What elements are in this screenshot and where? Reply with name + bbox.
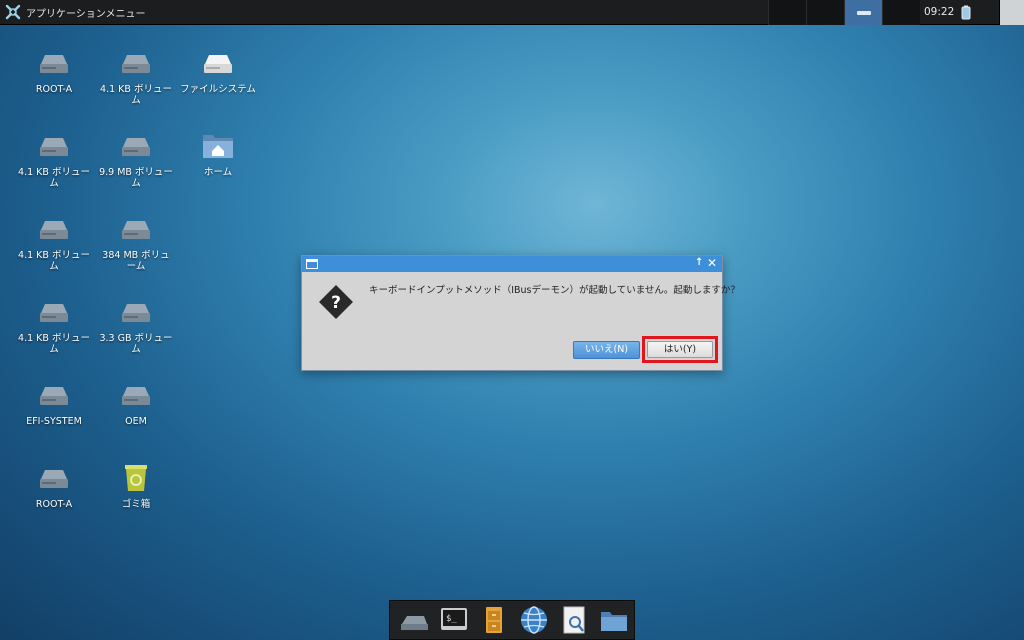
desktop-icon[interactable]: 3.3 GB ボリューム (96, 295, 176, 355)
dock-terminal-launcher[interactable]: $_ (434, 602, 474, 638)
question-icon: ? (319, 285, 353, 319)
desktop-icon[interactable]: 4.1 KB ボリューム (14, 295, 94, 355)
file-cabinet-icon (486, 607, 502, 633)
workspace-1[interactable] (768, 0, 806, 25)
desktop-icon[interactable]: 4.1 KB ボリューム (14, 212, 94, 272)
top-panel: アプリケーションメニュー 09:22 (0, 0, 1024, 25)
drive-icon (40, 387, 68, 405)
folder-icon (601, 612, 627, 631)
dock-file-cabinet-launcher[interactable] (474, 602, 514, 638)
desktop-icon-label: ホーム (203, 167, 233, 178)
battery-icon[interactable] (960, 5, 972, 20)
desktop-icon[interactable]: OEM (96, 378, 176, 427)
show-desktop-button[interactable] (999, 0, 1024, 25)
drive-icon (122, 387, 150, 405)
xfce-logo-icon (5, 4, 21, 20)
workspace-3[interactable] (844, 0, 882, 25)
dock-web-browser-launcher[interactable] (514, 602, 554, 638)
desktop-icon[interactable]: 4.1 KB ボリューム (14, 129, 94, 189)
desktop-icon-label: ファイルシステム (180, 84, 256, 95)
drive-icon (122, 304, 150, 322)
desktop-icon-label: 3.3 GB ボリューム (99, 333, 173, 355)
drive-icon (40, 55, 68, 73)
drive-icon (40, 470, 68, 488)
yes-button[interactable]: はい(Y) (647, 341, 713, 358)
desktop-icon-label: EFI-SYSTEM (26, 416, 82, 427)
desktop-icon-label: 384 MB ボリューム (102, 250, 170, 272)
workspace-2[interactable] (806, 0, 844, 25)
desktop-icon-label: ROOT-A (35, 499, 73, 510)
application-menu-label: アプリケーションメニュー (26, 8, 146, 20)
workspace-switcher (768, 0, 920, 25)
dock-folder-launcher[interactable] (594, 602, 634, 638)
dialog-titlebar[interactable]: ↑ ✕ (302, 256, 722, 272)
keep-above-icon[interactable]: ↑ (695, 257, 703, 268)
desktop-icon-label: ROOT-A (35, 84, 73, 95)
application-menu-button[interactable]: アプリケーションメニュー (0, 0, 146, 25)
desktop-icon[interactable]: 384 MB ボリューム (96, 212, 176, 272)
desktop-icon[interactable]: EFI-SYSTEM (14, 378, 94, 427)
terminal-icon: $_ (441, 608, 467, 630)
desktop-icon[interactable]: ROOT-A (14, 46, 94, 95)
window-icon (306, 259, 318, 269)
yes-button-highlight: はい(Y) (642, 336, 718, 363)
clock[interactable]: 09:22 (924, 6, 954, 18)
desktop-icon-label: 9.9 MB ボリューム (99, 167, 173, 189)
filesystem-drive-icon (204, 55, 232, 73)
desktop-icon-label: 4.1 KB ボリューム (18, 167, 90, 189)
svg-text:?: ? (331, 293, 341, 313)
desktop-icon[interactable]: ROOT-A (14, 461, 94, 510)
drive-icon (401, 616, 428, 630)
desktop-icon[interactable]: 9.9 MB ボリューム (96, 129, 176, 189)
dock-search-launcher[interactable] (554, 602, 594, 638)
desktop-icon[interactable]: ゴミ箱 (96, 461, 176, 510)
desktop-icon[interactable]: 4.1 KB ボリューム (96, 46, 176, 106)
dock-drive-launcher[interactable] (394, 602, 434, 638)
desktop-icon[interactable]: ファイルシステム (178, 46, 258, 95)
search-document-icon (563, 606, 585, 634)
drive-icon (40, 138, 68, 156)
svg-text:$_: $_ (446, 614, 457, 624)
drive-icon (40, 304, 68, 322)
trash-icon (125, 465, 147, 491)
drive-icon (40, 221, 68, 239)
home-folder-icon (203, 135, 233, 158)
desktop-icon-label: 4.1 KB ボリューム (18, 333, 90, 355)
dialog-message: キーボードインプットメソッド（IBusデーモン）が起動していません。起動しますか… (369, 285, 740, 296)
ibus-start-dialog: ↑ ✕ ? キーボードインプットメソッド（IBusデーモン）が起動していません。… (301, 255, 740, 371)
desktop-icon-label: 4.1 KB ボリューム (18, 250, 90, 272)
no-button[interactable]: いいえ(N) (573, 341, 640, 359)
desktop-icon-label: ゴミ箱 (121, 499, 151, 510)
drive-icon (122, 221, 150, 239)
desktop-icon[interactable]: ホーム (178, 129, 258, 178)
close-icon[interactable]: ✕ (707, 256, 717, 270)
desktop-icon-label: OEM (125, 416, 147, 427)
workspace-4[interactable] (882, 0, 920, 25)
drive-icon (122, 55, 150, 73)
dock: $_ (389, 600, 635, 640)
desktop-icon-label: 4.1 KB ボリューム (100, 84, 172, 106)
drive-icon (122, 138, 150, 156)
window-thumbnail (856, 10, 871, 15)
web-browser-icon (521, 606, 547, 634)
